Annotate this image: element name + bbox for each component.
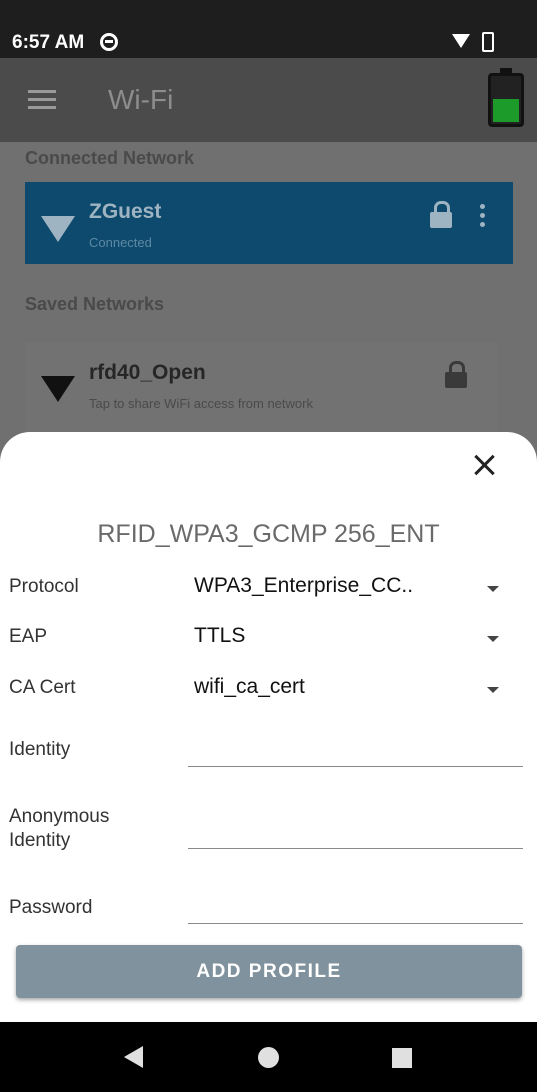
battery-level-fill [493,98,519,122]
lock-icon [430,201,452,228]
close-icon[interactable] [472,452,498,478]
chevron-down-icon[interactable] [487,636,499,642]
recents-icon[interactable] [392,1048,412,1068]
battery-status-icon [482,32,494,52]
page-title: Wi-Fi [108,84,174,115]
wifi-icon [41,216,75,242]
back-icon[interactable] [124,1046,143,1068]
identity-input[interactable] [188,737,523,767]
protocol-select[interactable]: WPA3_Enterprise_CC.. [194,574,413,598]
wifi-status-icon [452,34,470,48]
menu-icon[interactable] [28,90,56,110]
dialog-title: RFID_WPA3_GCMP 256_ENT [97,520,440,548]
ca-cert-select[interactable]: wifi_ca_cert [194,675,305,699]
anonymous-identity-label-line2: Identity [9,830,71,851]
ca-cert-label: CA Cert [9,677,76,698]
eap-select[interactable]: TTLS [194,624,245,648]
password-label: Password [9,897,93,918]
add-profile-button[interactable]: ADD PROFILE [16,945,522,998]
connected-network-name: ZGuest [89,200,162,223]
protocol-label: Protocol [9,576,79,597]
connected-network-item[interactable]: ZGuest Connected [25,182,513,264]
password-input[interactable] [188,894,523,924]
chevron-down-icon[interactable] [487,586,499,592]
app-bar: Wi-Fi [0,58,537,142]
more-options-icon[interactable] [480,204,485,228]
connected-network-header: Connected Network [25,148,195,168]
wifi-icon [41,376,75,402]
network-list: Connected Network ZGuest Connected Saved… [0,142,537,472]
saved-network-subtitle: Tap to share WiFi access from network [89,396,313,411]
saved-networks-header: Saved Networks [25,294,165,314]
home-icon[interactable] [258,1047,279,1068]
status-time: 6:57 AM [12,32,85,53]
anonymous-identity-input[interactable] [188,819,523,849]
status-bar: 6:57 AM [0,0,537,58]
battery-icon [488,68,524,127]
globe-icon [100,33,118,51]
saved-network-name: rfd40_Open [89,361,206,384]
eap-label: EAP [9,626,48,647]
connected-network-status: Connected [89,235,152,250]
lock-icon [445,361,467,388]
identity-label: Identity [9,739,71,760]
navigation-bar [0,1022,537,1092]
add-profile-sheet: RFID_WPA3_GCMP 256_ENT Protocol WPA3_Ent… [0,432,537,1022]
chevron-down-icon[interactable] [487,687,499,693]
anonymous-identity-label-line1: Anonymous [9,806,110,827]
